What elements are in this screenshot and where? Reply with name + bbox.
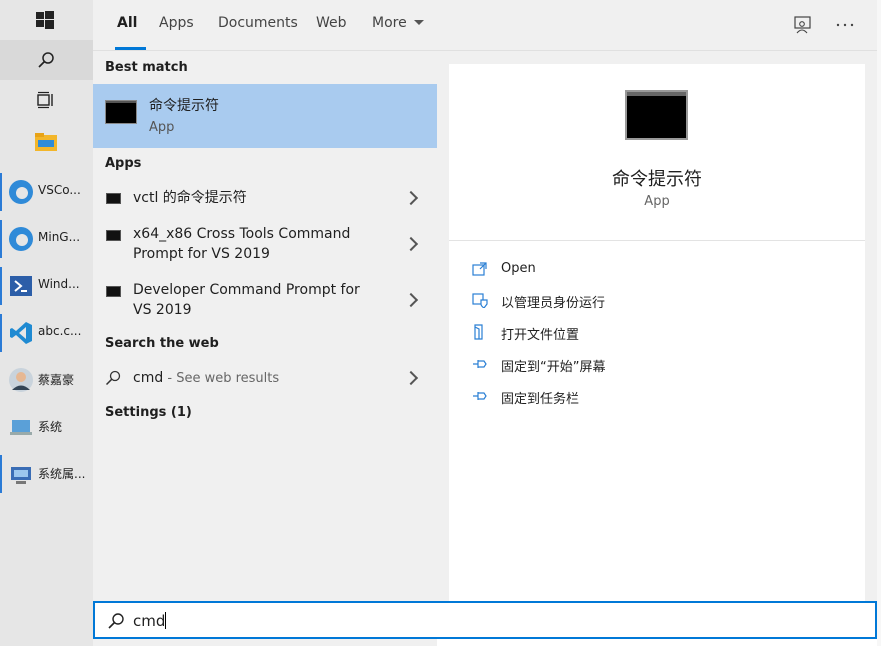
filter-tabs (93, 0, 881, 51)
task-view-icon (37, 91, 53, 109)
command-prompt-icon (105, 100, 137, 124)
best-match-result[interactable]: 命令提示符 App (93, 84, 437, 148)
app-result-developer-command-prompt[interactable]: Developer Command Prompt for VS 2019 (93, 280, 437, 322)
action-run-as-admin[interactable]: 以管理员身份运行 (470, 290, 850, 312)
window-edge (877, 0, 881, 646)
action-label: 固定到任务栏 (501, 392, 580, 407)
app-result-x64-x86-cross-tools[interactable]: x64_x86 Cross Tools Command Prompt for VS… (93, 224, 437, 266)
section-best-match: Best match (105, 60, 188, 75)
taskbar-label: VSCo... (38, 183, 81, 197)
action-open[interactable]: Open (470, 259, 850, 281)
task-view-button[interactable] (0, 80, 93, 120)
search-icon (38, 52, 54, 68)
search-icon (105, 370, 121, 386)
action-label: 固定到“开始”屏幕 (501, 360, 606, 375)
web-result-label: cmd - See web results (133, 370, 280, 386)
feedback-icon[interactable] (794, 16, 812, 34)
search-input-value: cmd (133, 612, 167, 630)
action-label: 以管理员身份运行 (501, 296, 606, 311)
section-settings[interactable]: Settings (1) (105, 405, 192, 420)
search-taskbar-button[interactable] (0, 40, 93, 80)
best-match-kind: App (149, 120, 175, 135)
taskbar-item-powershell[interactable]: Wind... (0, 263, 93, 309)
command-prompt-icon (106, 193, 121, 204)
command-prompt-icon (106, 230, 121, 241)
taskbar-item-vscode[interactable]: abc.c... (0, 310, 93, 356)
command-prompt-icon (106, 286, 121, 297)
taskbar-rail: VSCo... MinG... Wind... abc.c... 蔡嘉豪 系统 … (0, 0, 93, 646)
chevron-right-icon[interactable] (403, 370, 419, 386)
open-icon (472, 262, 487, 276)
app-result-label: Developer Command Prompt for VS 2019 (133, 282, 360, 318)
taskbar-label: MinG... (38, 230, 81, 244)
edge-icon (9, 227, 33, 251)
app-result-vctl[interactable]: vctl 的命令提示符 (93, 186, 437, 210)
text-caret (165, 612, 167, 629)
detail-title: 命令提示符 (612, 169, 702, 190)
file-location-icon (474, 324, 483, 340)
vscode-icon (10, 322, 32, 344)
web-result-cmd[interactable]: cmd - See web results (93, 366, 437, 390)
pin-icon (473, 392, 487, 400)
section-apps: Apps (105, 156, 142, 171)
pin-icon (473, 360, 487, 368)
tab-documents[interactable]: Documents (218, 15, 298, 31)
best-match-name: 命令提示符 (149, 98, 219, 114)
chevron-right-icon[interactable] (403, 236, 419, 252)
more-options-icon[interactable] (836, 22, 854, 28)
action-pin-to-taskbar[interactable]: 固定到任务栏 (470, 386, 850, 408)
powershell-icon (10, 276, 32, 296)
search-icon (108, 613, 124, 629)
start-button[interactable] (0, 0, 93, 40)
command-prompt-large-icon (625, 90, 688, 140)
taskbar-item-system[interactable]: 系统 (0, 404, 93, 450)
taskbar-label: 系统属... (38, 467, 86, 481)
edge-icon (9, 180, 33, 204)
tab-all[interactable]: All (117, 15, 137, 31)
app-result-label: x64_x86 Cross Tools Command Prompt for VS… (133, 226, 351, 262)
file-explorer-button[interactable] (35, 133, 57, 157)
tab-more-label: More (372, 15, 407, 31)
folder-icon (35, 133, 57, 151)
taskbar-label: 系统 (38, 420, 63, 434)
taskbar-item-user[interactable]: 蔡嘉豪 (0, 357, 93, 403)
shield-icon (472, 293, 488, 308)
avatar-icon (9, 368, 33, 392)
tab-more[interactable]: More (372, 15, 425, 31)
app-result-label: vctl 的命令提示符 (133, 190, 247, 206)
detail-divider (449, 240, 865, 241)
taskbar-label: 蔡嘉豪 (38, 373, 75, 387)
chevron-right-icon[interactable] (403, 292, 419, 308)
action-label: 打开文件位置 (501, 328, 580, 343)
caret-down-icon (414, 20, 425, 25)
taskbar-item-vscode-edge[interactable]: VSCo... (0, 169, 93, 215)
tab-web[interactable]: Web (316, 15, 347, 31)
system-properties-icon (11, 467, 31, 484)
detail-kind: App (644, 194, 670, 209)
taskbar-item-system-properties[interactable]: 系统属... (0, 451, 93, 497)
action-open-file-location[interactable]: 打开文件位置 (470, 322, 850, 344)
tab-active-indicator (115, 47, 146, 50)
action-pin-to-start[interactable]: 固定到“开始”屏幕 (470, 354, 850, 376)
tab-apps[interactable]: Apps (159, 15, 194, 31)
action-label: Open (501, 261, 536, 276)
search-input[interactable]: cmd (93, 601, 877, 639)
taskbar-label: abc.c... (38, 324, 82, 338)
system-icon (10, 420, 32, 435)
windows-logo-icon (36, 11, 54, 29)
taskbar-item-mingw-edge[interactable]: MinG... (0, 216, 93, 262)
taskbar-label: Wind... (38, 277, 80, 291)
chevron-right-icon[interactable] (403, 190, 419, 206)
section-search-web: Search the web (105, 336, 219, 351)
